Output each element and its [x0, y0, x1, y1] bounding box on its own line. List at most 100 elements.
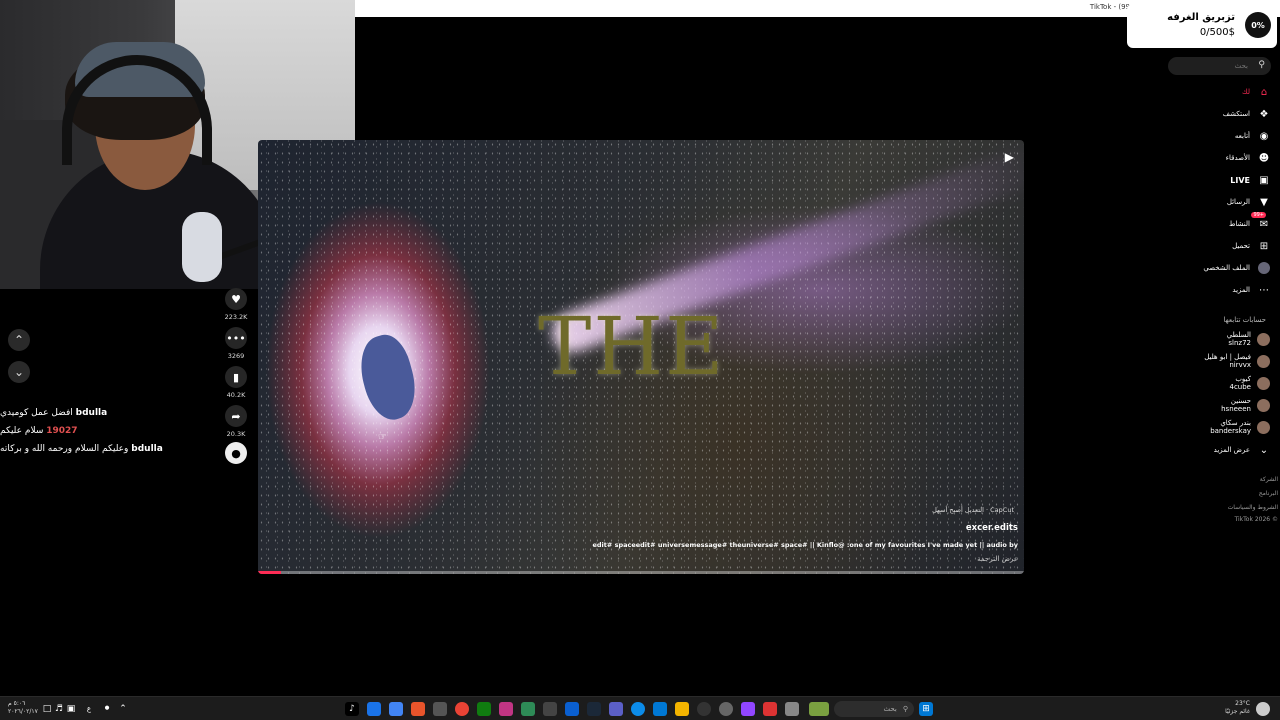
store-icon[interactable] [565, 702, 579, 716]
nav-profile[interactable]: الملف الشخصي [1160, 260, 1270, 276]
chat-message: 19027 سلام عليكم [0, 426, 78, 436]
creator-avatar-button[interactable]: ● [224, 442, 248, 464]
account-name: كيوب [1235, 375, 1251, 383]
search-box[interactable]: ⚲ [1168, 57, 1271, 75]
following-account[interactable]: بندر سكاي banderskay [1210, 418, 1270, 436]
account-name: حسنين [1230, 397, 1251, 405]
nav-live[interactable]: LIVE ▣ [1160, 172, 1270, 188]
comment-action[interactable]: ••• 3269 [224, 327, 248, 360]
save-count: 40.2K [226, 391, 246, 399]
taskbar-search[interactable]: بحث ⚲ [834, 701, 914, 717]
share-count: 20.3K [226, 430, 246, 438]
heart-icon[interactable]: ♥ [225, 288, 247, 310]
clock-time: ٥:٠٦ م [8, 700, 26, 707]
footer-terms-link[interactable]: الشروط والسياسات [1228, 504, 1278, 511]
home-icon: ⌂ [1260, 86, 1268, 98]
footer-company-link[interactable]: الشركة [1260, 476, 1278, 483]
chat-text: افضل عمل كوميدي [0, 408, 73, 418]
instagram-icon[interactable] [499, 702, 513, 716]
share-action[interactable]: ➦ 20.3K [224, 405, 248, 438]
steam-icon[interactable] [587, 702, 601, 716]
chat-message: bdulla افضل عمل كوميدي [0, 408, 107, 418]
search-icon[interactable]: ⚲ [1258, 60, 1265, 70]
share-icon[interactable]: ➦ [225, 405, 247, 427]
chevron-up-icon[interactable]: ⌃ [116, 702, 130, 716]
windows-start-icon[interactable]: ⊞ [919, 702, 933, 716]
avatar[interactable]: ● [225, 442, 247, 464]
video-player[interactable]: THE ▶ CapCut · التعديل أصبح أسهل excer.e… [258, 140, 1024, 574]
see-more-accounts[interactable]: عرض المزيد ⌄ [1160, 442, 1270, 458]
taskbar-clock[interactable]: ٥:٠٦ م ٢٠٢٦/٠٢/١٧ [8, 700, 38, 716]
weather-widget[interactable]: 23°C غائم جزئيًا [1225, 700, 1250, 716]
calculator-icon[interactable] [653, 702, 667, 716]
sound-toggle-icon[interactable]: ▶ [1005, 150, 1014, 164]
capcut-label[interactable]: CapCut · التعديل أصبح أسهل [932, 506, 1014, 514]
chat-message: bdulla وعليكم السلام ورحمه الله و بركاته [0, 444, 163, 454]
see-translation-link[interactable]: عرض الترجمة [977, 555, 1018, 563]
app-icon[interactable] [741, 702, 755, 716]
nav-friends[interactable]: الأصدقاء ☻ [1160, 150, 1270, 166]
chat-user: bdulla [131, 444, 163, 454]
nav-label: أتابعه [1234, 132, 1250, 140]
search-input[interactable] [1176, 57, 1248, 75]
task-view-icon[interactable] [785, 702, 799, 716]
app-icon[interactable] [367, 702, 381, 716]
teams-icon[interactable] [609, 702, 623, 716]
save-action[interactable]: ▮ 40.2K [224, 366, 248, 399]
video-overlay-title: THE [538, 300, 726, 393]
goal-title: تزبريق الغرفه [1167, 12, 1235, 23]
following-account[interactable]: فيصل | ابو هليل nirvvx [1204, 352, 1270, 370]
video-author[interactable]: excer.edits [966, 523, 1018, 533]
nav-label: عرض المزيد [1213, 446, 1250, 454]
compass-icon: ❖ [1259, 108, 1269, 120]
account-handle: banderskay [1210, 427, 1251, 435]
chrome-icon[interactable] [455, 702, 469, 716]
like-action[interactable]: ♥ 223.2K [224, 288, 248, 321]
app-icon[interactable] [763, 702, 777, 716]
widgets-icon[interactable] [809, 702, 829, 716]
previous-video-button[interactable]: ⌃ [8, 329, 30, 351]
xbox-icon[interactable] [477, 702, 491, 716]
nav-label: لك [1241, 88, 1250, 96]
chevron-up-icon: ⌃ [13, 333, 25, 347]
nav-activity[interactable]: النشاط ✉ 99+ [1160, 212, 1270, 232]
chat-text: وعليكم السلام ورحمه الله و بركاته [0, 444, 129, 454]
video-progress-fill [258, 571, 281, 574]
nav-for-you[interactable]: لك ⌂ [1160, 84, 1270, 100]
video-progress-bar[interactable] [258, 571, 1024, 574]
nav-messages[interactable]: الرسائل ▼ [1160, 194, 1270, 210]
footer-program-link[interactable]: البرنامج [1259, 490, 1278, 497]
browser-tab-title[interactable]: TikTok - (99 [1090, 3, 1130, 11]
bookmark-icon[interactable]: ▮ [225, 366, 247, 388]
app-icon[interactable] [411, 702, 425, 716]
account-handle: nirvvx [1229, 361, 1251, 369]
avatar [1257, 376, 1270, 390]
following-account[interactable]: كيوب 4cube [1230, 374, 1270, 392]
nav-upload[interactable]: تحميل ⊞ [1160, 238, 1270, 254]
microphone-icon[interactable]: ⚫ [100, 702, 114, 716]
nav-more[interactable]: المزيد ⋯ [1160, 282, 1270, 298]
settings-icon[interactable] [719, 702, 733, 716]
following-account[interactable]: حسنين hsneeen [1221, 396, 1270, 414]
weather-icon [1256, 702, 1270, 716]
folder-icon[interactable] [675, 702, 689, 716]
language-indicator[interactable]: ع [82, 702, 96, 716]
nav-label: تحميل [1232, 242, 1250, 250]
comment-icon[interactable]: ••• [225, 327, 247, 349]
goal-percent: 0% [1245, 12, 1271, 38]
following-account[interactable]: السلطي slnz72 [1227, 330, 1270, 348]
nav-following[interactable]: أتابعه ◉ [1160, 128, 1270, 144]
app-icon[interactable] [433, 702, 447, 716]
app-icon[interactable] [521, 702, 535, 716]
next-video-button[interactable]: ⌄ [8, 361, 30, 383]
tiktok-app-icon[interactable]: ♪ [345, 702, 359, 716]
chevron-down-icon: ⌄ [13, 365, 25, 379]
edge-icon[interactable] [631, 702, 645, 716]
network-icon[interactable]: ▣ [64, 702, 78, 716]
profile-avatar-icon [1258, 262, 1270, 274]
nav-explore[interactable]: استكشف ❖ [1160, 106, 1270, 122]
app-icon[interactable] [543, 702, 557, 716]
chrome-icon[interactable] [389, 702, 403, 716]
like-count: 223.2K [224, 313, 248, 321]
app-icon[interactable] [697, 702, 711, 716]
